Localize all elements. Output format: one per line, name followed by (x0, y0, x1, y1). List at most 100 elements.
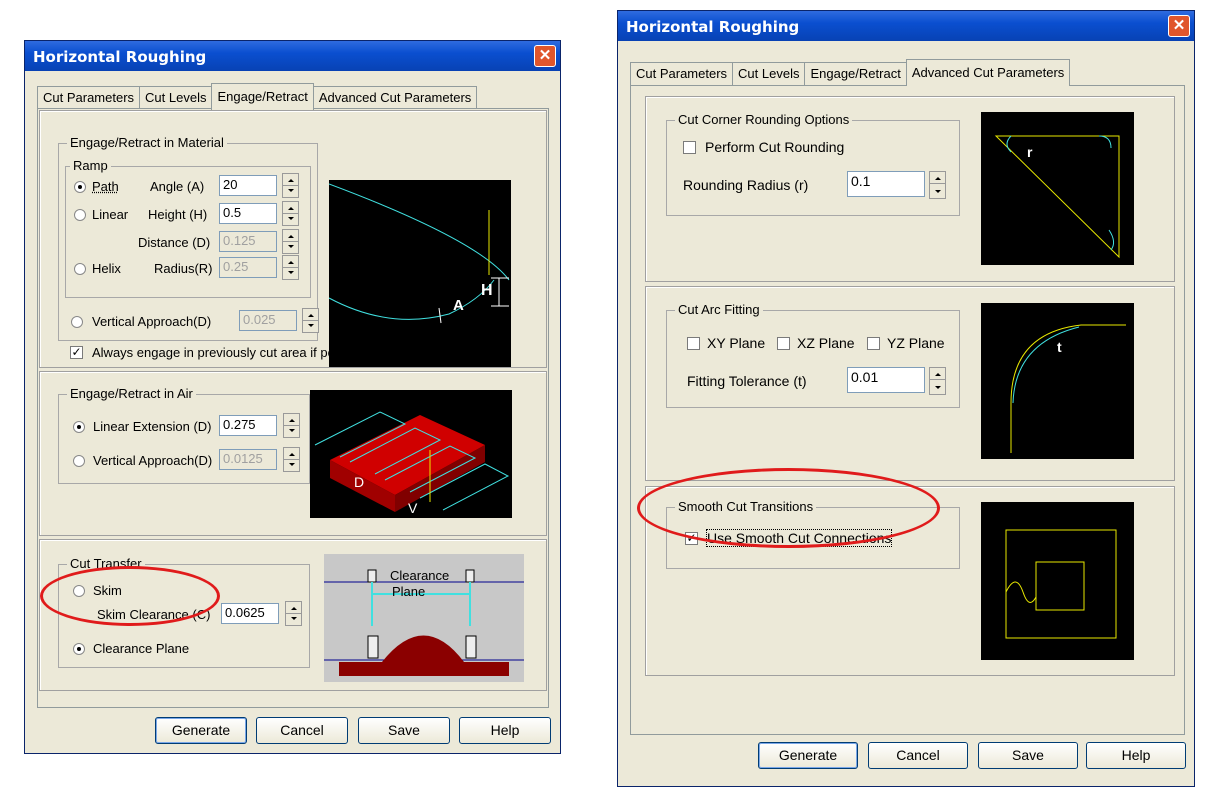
tab-page: Cut Corner Rounding Options Perform Cut … (630, 85, 1185, 735)
yz-plane-label[interactable]: YZ Plane (887, 335, 945, 351)
skim-clearance-input[interactable]: 0.0625 (221, 603, 279, 624)
air-diagram-svg (314, 411, 510, 512)
ramp-group-title: Ramp (70, 158, 111, 173)
dialog-titlebar: Horizontal Roughing (618, 11, 1194, 41)
linear-extension-spinner[interactable] (283, 413, 300, 438)
diagram-a-label: A (453, 297, 464, 314)
diagram-t-label: t (1057, 339, 1062, 355)
air-vertical-label[interactable]: Vertical Approach(D) (93, 453, 212, 468)
ramp-diagram: H A (328, 180, 511, 367)
cancel-button[interactable]: Cancel (868, 742, 968, 769)
clearance-label-1: Clearance (390, 568, 450, 583)
skim-highlight-oval (40, 566, 220, 626)
skim-clearance-spinner[interactable] (285, 601, 302, 626)
distance-spinner[interactable] (282, 229, 299, 254)
xz-plane-checkbox[interactable] (777, 337, 790, 350)
diagram-r-label: r (1027, 144, 1033, 160)
xz-plane-label[interactable]: XZ Plane (797, 335, 855, 351)
height-label: Height (H) (148, 207, 208, 222)
linear-extension-input[interactable]: 0.275 (219, 415, 277, 436)
smooth-highlight-oval (637, 468, 940, 548)
corner-group-title: Cut Corner Rounding Options (675, 112, 853, 127)
transfer-diagram: Clearance Plane (324, 554, 524, 682)
vertical-approach-input[interactable]: 0.025 (239, 310, 297, 331)
radius-label: Radius(R) (154, 261, 213, 276)
always-engage-label[interactable]: Always engage in previously cut area if … (92, 345, 368, 360)
vertical-approach-label[interactable]: Vertical Approach(D) (92, 314, 211, 329)
diagram-d-label: D (354, 474, 365, 490)
radius-input[interactable]: 0.25 (219, 257, 277, 278)
tab-cut-parameters[interactable]: Cut Parameters (630, 62, 734, 85)
air-vertical-radio[interactable] (73, 455, 85, 467)
generate-button[interactable]: Generate (155, 717, 247, 744)
generate-button[interactable]: Generate (758, 742, 858, 769)
save-button[interactable]: Save (358, 717, 450, 744)
air-vertical-input[interactable]: 0.0125 (219, 449, 277, 470)
path-label[interactable]: Path (92, 179, 119, 194)
clearance-plane-label[interactable]: Clearance Plane (93, 641, 189, 656)
tab-advanced-cut-parameters[interactable]: Advanced Cut Parameters (905, 59, 1071, 86)
xy-plane-label[interactable]: XY Plane (707, 335, 765, 351)
corner-section: Cut Corner Rounding Options Perform Cut … (645, 96, 1175, 282)
help-button[interactable]: Help (459, 717, 551, 744)
help-button[interactable]: Help (1086, 742, 1186, 769)
height-spinner[interactable] (282, 201, 299, 226)
fitting-tolerance-label: Fitting Tolerance (t) (687, 373, 807, 389)
tab-cut-levels[interactable]: Cut Levels (139, 86, 213, 109)
left-dialog: Horizontal Roughing ✕ Cut Parameters Cut… (24, 40, 561, 754)
diagram-h-label: H (481, 282, 493, 299)
linear-extension-radio[interactable] (73, 421, 85, 433)
arc-diagram: t (981, 303, 1134, 459)
linear-label[interactable]: Linear (92, 207, 128, 222)
arc-section: Cut Arc Fitting XY Plane XZ Plane YZ Pla… (645, 286, 1175, 481)
tab-engage-retract[interactable]: Engage/Retract (211, 83, 314, 110)
helix-radio[interactable] (74, 263, 86, 275)
rounding-radius-label: Rounding Radius (r) (683, 177, 809, 193)
diagram-v-label: V (408, 500, 418, 516)
ramp-group: Ramp Path Angle (A) 20 Linear Height (H)… (65, 158, 311, 298)
close-icon[interactable]: ✕ (534, 45, 556, 67)
material-group: Engage/Retract in Material Ramp Path Ang… (58, 135, 319, 341)
tab-advanced-cut-parameters[interactable]: Advanced Cut Parameters (312, 86, 478, 109)
always-engage-checkbox[interactable]: ✓ (70, 346, 83, 359)
angle-spinner[interactable] (282, 173, 299, 198)
arc-diagram-svg (1010, 324, 1126, 453)
linear-extension-label[interactable]: Linear Extension (D) (93, 419, 212, 434)
air-group-title: Engage/Retract in Air (67, 386, 196, 401)
tab-cut-parameters[interactable]: Cut Parameters (37, 86, 141, 109)
air-vertical-spinner[interactable] (283, 447, 300, 472)
distance-input[interactable]: 0.125 (219, 231, 277, 252)
smooth-diagram-svg (1005, 529, 1117, 639)
radius-spinner[interactable] (282, 255, 299, 280)
cancel-button[interactable]: Cancel (256, 717, 348, 744)
close-icon[interactable]: ✕ (1168, 15, 1190, 37)
clearance-plane-radio[interactable] (73, 643, 85, 655)
tab-cut-levels[interactable]: Cut Levels (732, 62, 806, 85)
right-dialog: Horizontal Roughing ✕ Cut Parameters Cut… (617, 10, 1195, 787)
dialog-title: Horizontal Roughing (626, 18, 800, 36)
perform-rounding-label[interactable]: Perform Cut Rounding (705, 139, 844, 155)
vertical-approach-spinner[interactable] (302, 308, 319, 333)
yz-plane-checkbox[interactable] (867, 337, 880, 350)
height-input[interactable]: 0.5 (219, 203, 277, 224)
air-group: Engage/Retract in Air Linear Extension (… (58, 386, 310, 484)
path-radio[interactable] (74, 181, 86, 193)
arc-group: Cut Arc Fitting XY Plane XZ Plane YZ Pla… (666, 302, 960, 408)
rounding-radius-input[interactable]: 0.1 (847, 171, 925, 197)
clearance-label-2: Plane (392, 584, 426, 599)
perform-rounding-checkbox[interactable] (683, 141, 696, 154)
vertical-approach-radio[interactable] (71, 316, 83, 328)
smooth-diagram (981, 502, 1134, 660)
rounding-radius-spinner[interactable] (929, 171, 946, 199)
fitting-tolerance-input[interactable]: 0.01 (847, 367, 925, 393)
xy-plane-checkbox[interactable] (687, 337, 700, 350)
tab-engage-retract[interactable]: Engage/Retract (804, 62, 907, 85)
linear-radio[interactable] (74, 209, 86, 221)
helix-label[interactable]: Helix (92, 261, 121, 276)
fitting-tolerance-spinner[interactable] (929, 367, 946, 395)
save-button[interactable]: Save (978, 742, 1078, 769)
tab-strip: Cut Parameters Cut Levels Engage/Retract… (37, 83, 478, 110)
air-section: Engage/Retract in Air Linear Extension (… (39, 371, 547, 536)
corner-diagram-svg (994, 135, 1120, 259)
angle-input[interactable]: 20 (219, 175, 277, 196)
